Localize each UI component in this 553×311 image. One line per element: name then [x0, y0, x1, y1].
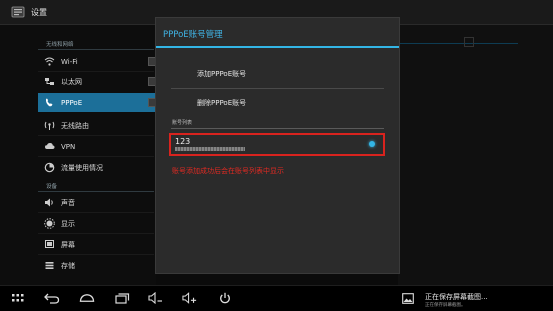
sidebar-item-label: 屏幕: [61, 240, 75, 249]
vpn-icon: [44, 141, 55, 152]
row-divider: [171, 88, 384, 89]
section-divider: [38, 191, 154, 192]
sidebar-item-label: 声音: [61, 198, 75, 207]
item-divider: [38, 212, 154, 213]
sidebar-item-label: 显示: [61, 219, 75, 228]
header-underline: [398, 43, 518, 44]
account-list-item[interactable]: 123: [169, 133, 385, 156]
section-header-wireless: 无线和网络: [46, 42, 74, 48]
section-header-device: 设备: [46, 184, 58, 190]
storage-icon: [44, 260, 55, 271]
sidebar-item-label: VPN: [61, 142, 76, 151]
notification-title: 正在保存屏幕截图...: [425, 293, 488, 301]
wifi-icon: [44, 56, 55, 67]
settings-sidebar: 无线和网络 Wi-Fi 以太网 PPPoE 无线路由 VPN 流量使用情况 设备…: [0, 25, 156, 285]
display-icon: [44, 218, 55, 229]
ethernet-icon: [44, 76, 55, 87]
account-list-divider: [171, 128, 384, 129]
screen-icon: [44, 239, 55, 250]
dialog-title-divider: [156, 46, 399, 48]
sidebar-item-ethernet[interactable]: 以太网: [38, 72, 156, 91]
screenshot-notification-icon[interactable]: [400, 291, 416, 305]
sidebar-item-storage[interactable]: 存储: [38, 256, 156, 275]
settings-app-icon[interactable]: [11, 5, 25, 19]
add-pppoe-account-button[interactable]: 添加PPPoE账号: [197, 69, 246, 79]
sidebar-item-wireless-router[interactable]: 无线路由: [38, 116, 156, 135]
sidebar-item-wifi[interactable]: Wi-Fi: [38, 52, 156, 71]
account-selected-radio[interactable]: [369, 141, 375, 147]
app-title: 设置: [31, 7, 47, 17]
account-list-header: 账号列表: [172, 120, 193, 126]
sidebar-item-label: 存储: [61, 261, 75, 270]
sidebar-item-data-usage[interactable]: 流量使用情况: [38, 158, 156, 177]
account-name: 123: [175, 137, 191, 146]
content-pane: [398, 25, 553, 285]
sidebar-item-label: PPPoE: [61, 98, 83, 107]
sidebar-item-vpn[interactable]: VPN: [38, 137, 156, 156]
notification-subtitle: 正在保存屏幕截图。: [425, 303, 466, 308]
sidebar-item-sound[interactable]: 声音: [38, 193, 156, 212]
checkbox[interactable]: [464, 37, 474, 47]
router-icon: [44, 120, 55, 131]
dialog-title: PPPoE账号管理: [163, 30, 223, 40]
section-divider: [38, 49, 154, 50]
volume-down-icon[interactable]: [148, 291, 164, 305]
apps-icon[interactable]: [10, 291, 26, 305]
item-divider: [38, 156, 154, 157]
sidebar-item-screen[interactable]: 屏幕: [38, 235, 156, 254]
back-icon[interactable]: [44, 291, 60, 305]
sidebar-item-display[interactable]: 显示: [38, 214, 156, 233]
data-usage-icon: [44, 162, 55, 173]
account-detail-obscured: [175, 147, 245, 151]
item-divider: [38, 233, 154, 234]
power-icon[interactable]: [217, 291, 233, 305]
sidebar-item-pppoe[interactable]: PPPoE: [38, 93, 156, 112]
sound-icon: [44, 197, 55, 208]
recents-icon[interactable]: [114, 291, 130, 305]
annotation-note: 账号添加成功后会在账号列表中显示: [172, 167, 284, 175]
sidebar-item-label: 流量使用情况: [61, 163, 103, 172]
sidebar-item-label: Wi-Fi: [61, 57, 78, 66]
volume-up-icon[interactable]: [182, 291, 198, 305]
item-divider: [38, 254, 154, 255]
sidebar-item-label: 以太网: [61, 77, 82, 86]
sidebar-item-label: 无线路由: [61, 121, 89, 130]
phone-icon: [44, 97, 55, 108]
pppoe-account-dialog: PPPoE账号管理 添加PPPoE账号 删除PPPoE账号 账号列表 123 账…: [155, 17, 400, 274]
delete-pppoe-account-button[interactable]: 删除PPPoE账号: [197, 98, 246, 108]
item-divider: [38, 135, 154, 136]
system-navigation-bar: 正在保存屏幕截图... 正在保存屏幕截图。: [0, 285, 553, 311]
home-icon[interactable]: [79, 291, 95, 305]
